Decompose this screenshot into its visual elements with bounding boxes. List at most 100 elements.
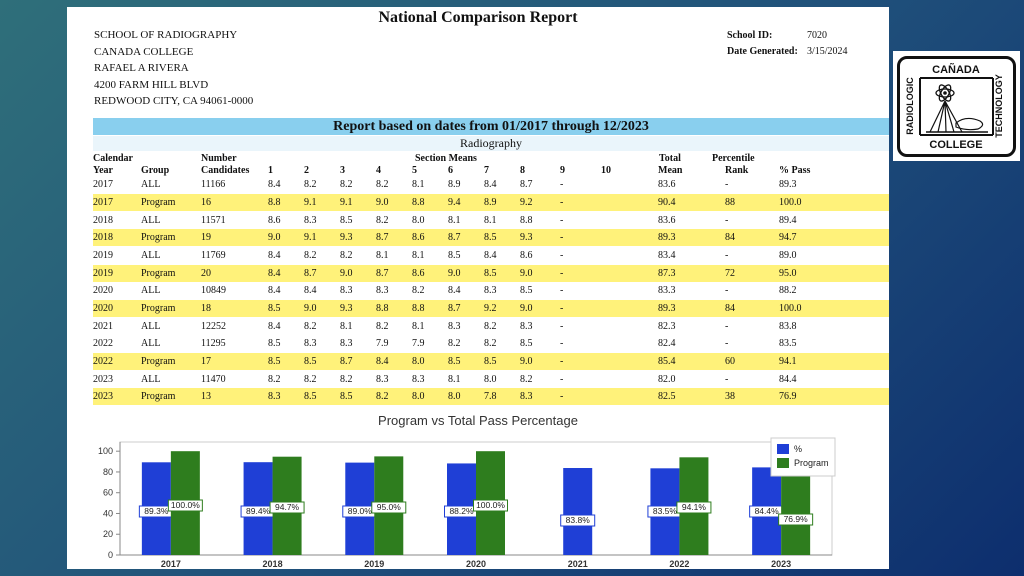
table-cell: ALL xyxy=(141,374,161,385)
table-row: 2021 ALL 12252 8.4 8.2 8.1 8.2 8.1 8.3 8.2 8.3 - 82.… xyxy=(93,318,889,335)
table-cell: 11769 xyxy=(201,250,226,261)
table-cell: 8.1 xyxy=(340,321,353,332)
table-cell: 8.3 xyxy=(340,285,353,296)
table-cell: ALL xyxy=(141,338,161,349)
header-calendar: Calendar xyxy=(93,153,133,164)
table-row: 2018 Program 19 9.0 9.1 9.3 8.7 8.6 8.7 8.5 9.3 - 89… xyxy=(93,229,889,246)
table-cell: 8.8 xyxy=(412,303,425,314)
table-cell: 8.6 xyxy=(520,250,533,261)
table-cell: 8.7 xyxy=(304,268,317,279)
table-cell: 2018 xyxy=(93,232,113,243)
table-cell: 11166 xyxy=(201,179,226,190)
table-cell: 85.4 xyxy=(658,356,676,367)
table-cell: 8.9 xyxy=(448,179,461,190)
table-cell: 8.1 xyxy=(412,250,425,261)
table-cell: 8.4 xyxy=(268,250,281,261)
table-cell: 2020 xyxy=(93,285,113,296)
school-id-label: School ID: xyxy=(727,30,773,41)
table-row: 2022 Program 17 8.5 8.5 8.7 8.4 8.0 8.5 8.5 9.0 - 85… xyxy=(93,353,889,370)
table-cell: 8.5 xyxy=(304,391,317,402)
table-cell: 8.2 xyxy=(376,391,389,402)
table-cell: - xyxy=(560,321,564,332)
header-cell: % Pass xyxy=(779,165,811,176)
table-cell: 9.1 xyxy=(340,197,353,208)
table-cell: 8.5 xyxy=(340,215,353,226)
table-cell: 8.0 xyxy=(412,215,425,226)
table-cell: 60 xyxy=(725,356,735,367)
table-cell: ALL xyxy=(141,215,161,226)
table-cell: 83.4 xyxy=(658,250,676,261)
table-cell: 7.8 xyxy=(484,391,497,402)
header-cell: 5 xyxy=(412,165,417,176)
table-header-top: Calendar Number Section Means Total Perc… xyxy=(93,153,889,165)
table-cell: 8.4 xyxy=(448,285,461,296)
table-cell: 8.9 xyxy=(484,197,497,208)
table-cell: 8.2 xyxy=(376,179,389,190)
table-cell: 94.7 xyxy=(779,232,797,243)
table-cell: 8.4 xyxy=(268,268,281,279)
table-cell: 94.1 xyxy=(779,356,797,367)
table-cell: 9.0 xyxy=(268,232,281,243)
table-cell: - xyxy=(725,321,729,332)
table-cell: 84 xyxy=(725,303,735,314)
table-cell: Program xyxy=(141,391,176,402)
table-cell: 8.4 xyxy=(484,179,497,190)
table-row: 2018 ALL 11571 8.6 8.3 8.5 8.2 8.0 8.1 8.1 8.8 - 83.… xyxy=(93,212,889,229)
table-cell: - xyxy=(560,356,564,367)
table-cell: ALL xyxy=(141,179,161,190)
table-cell: 11295 xyxy=(201,338,226,349)
table-cell: 9.0 xyxy=(520,303,533,314)
table-cell: 8.5 xyxy=(268,356,281,367)
header-cell: Mean xyxy=(658,165,683,176)
table-cell: - xyxy=(560,285,564,296)
table-cell: 8.1 xyxy=(448,374,461,385)
header-cell: 2 xyxy=(304,165,309,176)
table-cell: 8.5 xyxy=(484,356,497,367)
radiologic-technology-emblem: CAÑADA COLLEGE RADIOLOGIC TECHNOLOGY xyxy=(905,63,1004,151)
table-cell: ALL xyxy=(141,321,161,332)
data-label: 89.4% xyxy=(246,506,271,516)
table-cell: Program xyxy=(141,268,176,279)
table-cell: 18 xyxy=(201,303,211,314)
logo-right-text: TECHNOLOGY xyxy=(994,74,1004,138)
table-cell: 82.4 xyxy=(658,338,676,349)
table-cell: 8.2 xyxy=(376,215,389,226)
table-cell: 8.6 xyxy=(412,268,425,279)
table-cell: 2021 xyxy=(93,321,113,332)
data-label: 83.5% xyxy=(653,506,678,516)
table-cell: 72 xyxy=(725,268,735,279)
table-cell: - xyxy=(725,374,729,385)
table-cell: 8.5 xyxy=(268,303,281,314)
x-tick-label: 2018 xyxy=(263,559,283,569)
table-cell: - xyxy=(725,338,729,349)
table-row: 2017 Program 16 8.8 9.1 9.1 9.0 8.8 9.4 8.9 9.2 - 90… xyxy=(93,194,889,211)
table-cell: 19 xyxy=(201,232,211,243)
legend-swatch xyxy=(777,458,789,468)
table-cell: 8.5 xyxy=(484,232,497,243)
table-cell: 2018 xyxy=(93,215,113,226)
atom-nucleus xyxy=(943,91,947,95)
table-cell: 2023 xyxy=(93,374,113,385)
table-cell: 8.4 xyxy=(268,179,281,190)
table-cell: 8.8 xyxy=(520,215,533,226)
program-name: Radiography xyxy=(93,136,889,151)
table-cell: 8.2 xyxy=(412,285,425,296)
data-label: 94.7% xyxy=(275,502,300,512)
table-cell: 100.0 xyxy=(779,303,802,314)
table-row: 2019 Program 20 8.4 8.7 9.0 8.7 8.6 9.0 8.5 9.0 - 87… xyxy=(93,265,889,282)
table-cell: - xyxy=(725,179,729,190)
table-cell: 9.0 xyxy=(520,356,533,367)
table-cell: 8.5 xyxy=(484,268,497,279)
header-cell: 9 xyxy=(560,165,565,176)
table-cell: 8.8 xyxy=(376,303,389,314)
table-cell: Program xyxy=(141,303,176,314)
table-row: 2017 ALL 11166 8.4 8.2 8.2 8.2 8.1 8.9 8.4 8.7 - 83.… xyxy=(93,176,889,193)
table-cell: 83.6 xyxy=(658,179,676,190)
table-cell: 20 xyxy=(201,268,211,279)
header-cell: 3 xyxy=(340,165,345,176)
table-cell: 95.0 xyxy=(779,268,797,279)
table-cell: 9.0 xyxy=(448,268,461,279)
data-label: 89.0% xyxy=(348,506,373,516)
y-tick-label: 20 xyxy=(103,529,113,539)
header-cell: 6 xyxy=(448,165,453,176)
